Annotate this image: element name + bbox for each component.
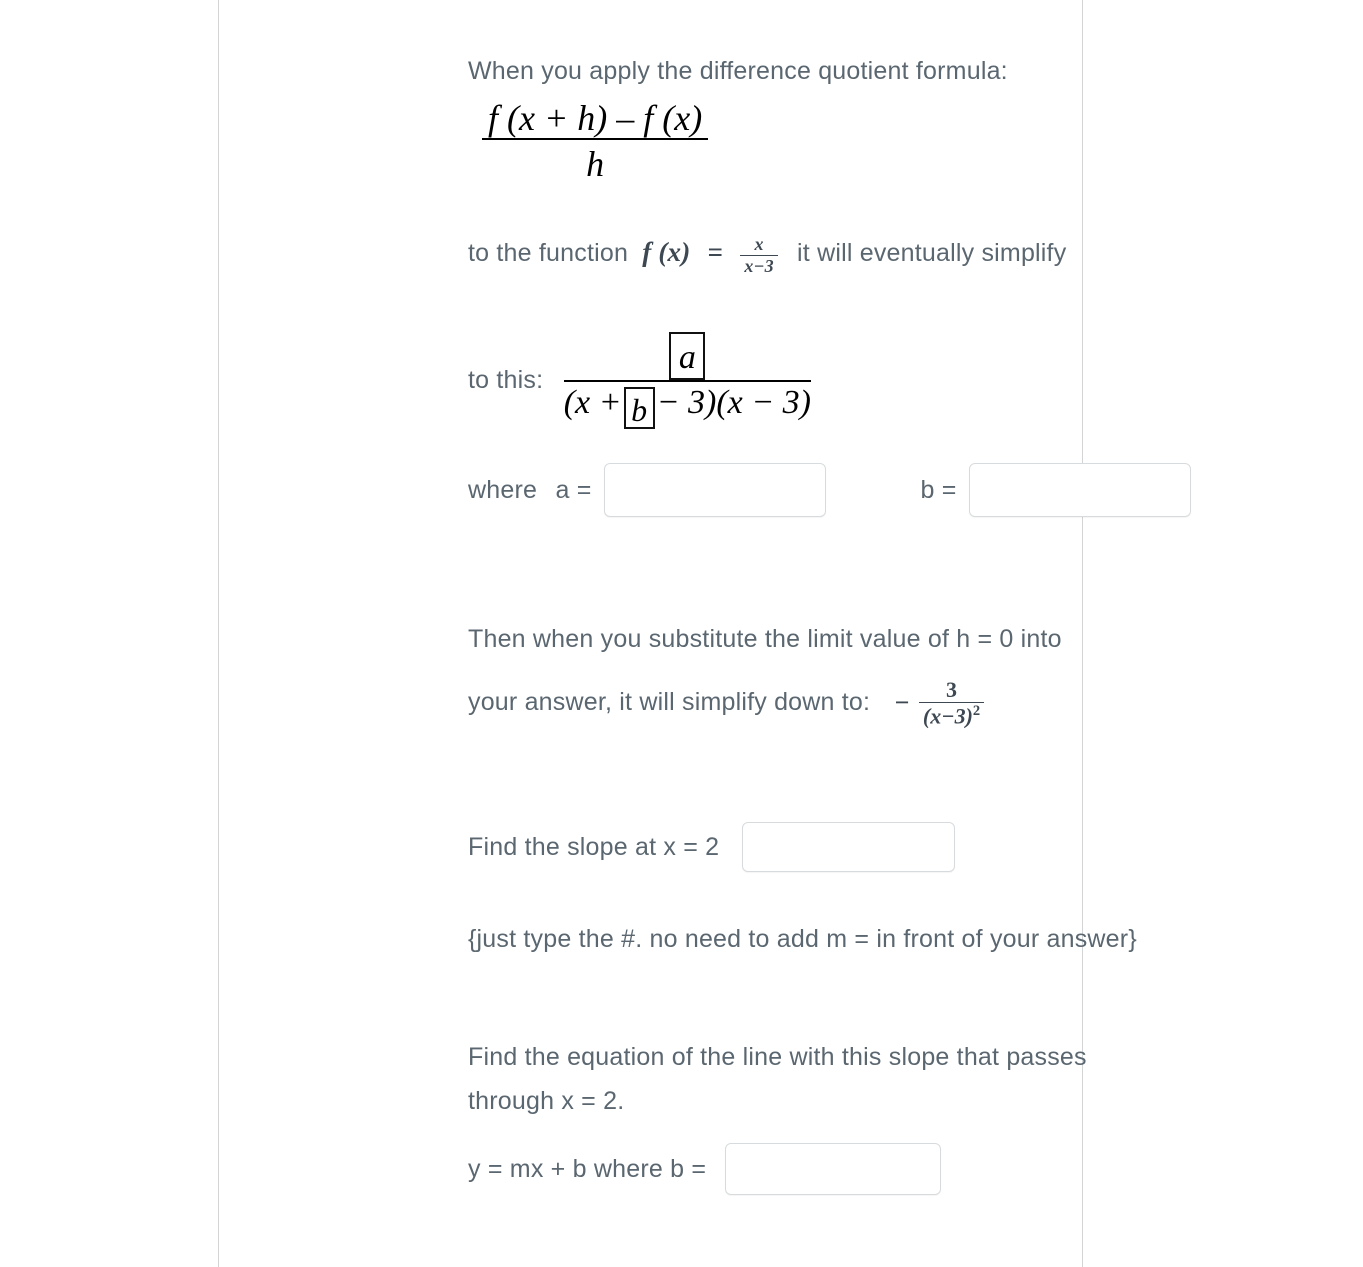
slope-row: Find the slope at x = 2 <box>468 822 955 872</box>
simplified-denominator: (x + b − 3)(x − 3) <box>564 382 811 429</box>
intercept-label: y = mx + b where b = <box>468 1154 707 1183</box>
intercept-row: y = mx + b where b = <box>468 1143 941 1195</box>
function-line: to the function f (x) = x x−3 it will ev… <box>468 232 1066 276</box>
intercept-input[interactable] <box>724 1143 941 1195</box>
function-fraction-numerator: x <box>740 235 778 257</box>
intro-text: When you apply the difference quotient f… <box>468 57 1008 85</box>
function-line-after: it will eventually simplify <box>797 239 1067 267</box>
function-fraction: x x−3 <box>736 235 782 276</box>
function-line-before: to the function <box>468 239 629 267</box>
limit-text-line-2-row: your answer, it will simplify down to: −… <box>468 678 985 728</box>
b-label: b = <box>920 475 957 504</box>
slope-note: {just type the #. no need to add m = in … <box>468 925 1137 953</box>
simplified-fraction: a (x + b − 3)(x − 3) <box>563 332 812 429</box>
a-input[interactable] <box>604 463 827 517</box>
simplified-numerator: a <box>563 332 812 382</box>
denominator-suffix: − 3)(x − 3) <box>656 384 812 421</box>
difference-quotient-equation: f (x + h) – f (x) h <box>482 100 709 184</box>
difference-quotient-fraction: f (x + h) – f (x) h <box>482 100 709 184</box>
limit-result-denominator: (x−3)2 <box>919 703 984 727</box>
denominator-box-b: b <box>623 387 655 429</box>
difference-quotient-numerator: f (x + h) – f (x) <box>482 100 709 140</box>
equation-text-line-2: through x = 2. <box>468 1087 625 1115</box>
limit-result-denominator-base: (x−3) <box>922 703 973 729</box>
limit-result-fraction: 3 (x−3)2 <box>918 678 985 728</box>
equals-sign: = <box>707 237 724 267</box>
difference-quotient-denominator: h <box>586 144 605 184</box>
a-label: a = <box>555 475 592 504</box>
limit-result-sign: − <box>894 687 910 717</box>
simplified-expression-row: to this: a (x + b − 3)(x − 3) <box>468 332 812 429</box>
where-label: where <box>468 475 538 504</box>
denominator-prefix: (x + <box>563 384 622 421</box>
limit-text-line-2: your answer, it will simplify down to: <box>468 688 871 717</box>
equation-text-line-1: Find the equation of the line with this … <box>468 1043 1087 1071</box>
function-fraction-denominator: x−3 <box>744 256 774 277</box>
where-row: where a = b = <box>468 463 1192 517</box>
question-page-frame: When you apply the difference quotient f… <box>218 0 1192 1267</box>
function-label: f (x) <box>642 237 691 267</box>
to-this-label: to this: <box>468 366 544 395</box>
slope-input[interactable] <box>741 822 955 872</box>
slope-label: Find the slope at x = 2 <box>468 832 720 861</box>
limit-result-numerator: 3 <box>918 678 985 704</box>
limit-result-exponent: 2 <box>972 703 981 720</box>
limit-text-line-1: Then when you substitute the limit value… <box>468 625 1062 653</box>
b-input[interactable] <box>969 463 1192 517</box>
numerator-box-a: a <box>669 332 706 380</box>
